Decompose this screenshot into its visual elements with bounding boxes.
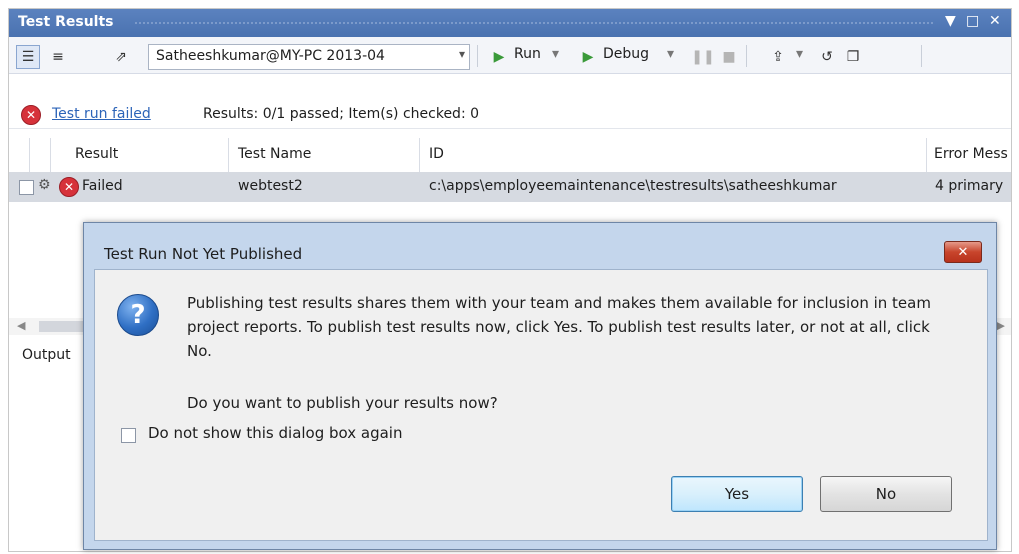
status-bar: ✕ Test run failed Results: 0/1 passed; I… [9, 102, 1011, 129]
publish-icon[interactable]: ⇪ [766, 45, 790, 69]
error-icon: ✕ [59, 177, 79, 197]
test-run-failed-link[interactable]: Test run failed [52, 106, 151, 122]
dialog-body: ? Publishing test results shares them wi… [94, 269, 988, 541]
filter-icon[interactable]: ≡ [46, 45, 70, 69]
titlebar-grip [134, 21, 935, 25]
scrollbar-thumb[interactable] [39, 321, 89, 332]
dont-show-again-label[interactable]: Do not show this dialog box again [148, 424, 402, 442]
run-icon[interactable]: ▶ [487, 45, 511, 69]
pause-icon[interactable]: ❚❚ [691, 45, 715, 69]
dont-show-again-checkbox[interactable] [121, 428, 136, 443]
test-run-selector[interactable]: Satheeshkumar@MY-PC 2013-04 ▾ [148, 44, 470, 70]
column-divider[interactable] [228, 138, 229, 172]
debug-button[interactable]: Debug [603, 46, 649, 62]
stop-icon[interactable]: ■ [717, 45, 741, 69]
debug-icon[interactable]: ▶ [576, 45, 600, 69]
run-button[interactable]: Run [514, 46, 541, 62]
debug-dropdown-icon[interactable]: ▾ [667, 46, 674, 62]
dialog-title: Test Run Not Yet Published [104, 245, 303, 263]
no-button[interactable]: No [820, 476, 952, 512]
test-name-cell: webtest2 [238, 178, 303, 194]
column-id[interactable]: ID [429, 146, 444, 162]
yes-button[interactable]: Yes [671, 476, 803, 512]
output-tab[interactable]: Output [22, 347, 71, 363]
group-by-icon[interactable]: ☰ [16, 45, 40, 69]
copy-icon[interactable]: ❐ [841, 45, 865, 69]
dropdown-icon[interactable]: ▼ [945, 13, 956, 29]
result-cell: Failed [82, 178, 123, 194]
grid-header: Result Test Name ID Error Mess [9, 138, 1011, 173]
table-row[interactable]: ⚙ ✕ Failed webtest2 c:\apps\employeemain… [9, 172, 1011, 202]
maximize-icon[interactable]: □ [966, 13, 979, 29]
publish-dropdown-icon[interactable]: ▾ [796, 46, 803, 62]
id-cell: c:\apps\employeemaintenance\testresults\… [429, 178, 837, 194]
web-test-icon: ⚙ [38, 177, 51, 193]
dialog-message: Publishing test results shares them with… [187, 294, 931, 360]
status-summary: Results: 0/1 passed; Item(s) checked: 0 [203, 106, 480, 122]
scroll-left-icon[interactable]: ◀ [17, 319, 25, 332]
close-icon[interactable]: ✕ [989, 13, 1001, 29]
panel-title: Test Results [18, 14, 114, 30]
run-dropdown-icon[interactable]: ▾ [552, 46, 559, 62]
column-test-name[interactable]: Test Name [238, 146, 311, 162]
error-cell: 4 primary [935, 178, 1004, 194]
question-icon: ? [117, 294, 159, 336]
column-divider[interactable] [926, 138, 927, 172]
column-divider [29, 138, 30, 172]
panel-titlebar: Test Results ▼ □ ✕ [9, 9, 1011, 37]
error-icon: ✕ [21, 105, 41, 125]
row-checkbox[interactable] [19, 180, 34, 195]
dialog-question: Do you want to publish your results now? [187, 394, 498, 412]
toolbar-separator [477, 45, 478, 67]
dialog-close-button[interactable]: ✕ [944, 241, 982, 263]
column-result[interactable]: Result [75, 146, 118, 162]
column-error-message[interactable]: Error Mess [934, 146, 1008, 162]
toolbar-separator [746, 45, 747, 67]
toolbar-separator [921, 45, 922, 67]
scroll-right-icon[interactable]: ▶ [997, 319, 1005, 332]
publish-dialog: Test Run Not Yet Published ✕ ? Publishin… [83, 222, 997, 550]
column-divider [50, 138, 51, 172]
import-icon[interactable]: ⇗ [109, 45, 133, 69]
test-run-selector-value: Satheeshkumar@MY-PC 2013-04 [156, 48, 385, 64]
chevron-down-icon: ▾ [458, 47, 465, 61]
column-divider[interactable] [419, 138, 420, 172]
toolbar: ☰ ≡ ⇗ Satheeshkumar@MY-PC 2013-04 ▾ ▶ Ru… [9, 37, 1011, 74]
refresh-icon[interactable]: ↺ [815, 45, 839, 69]
